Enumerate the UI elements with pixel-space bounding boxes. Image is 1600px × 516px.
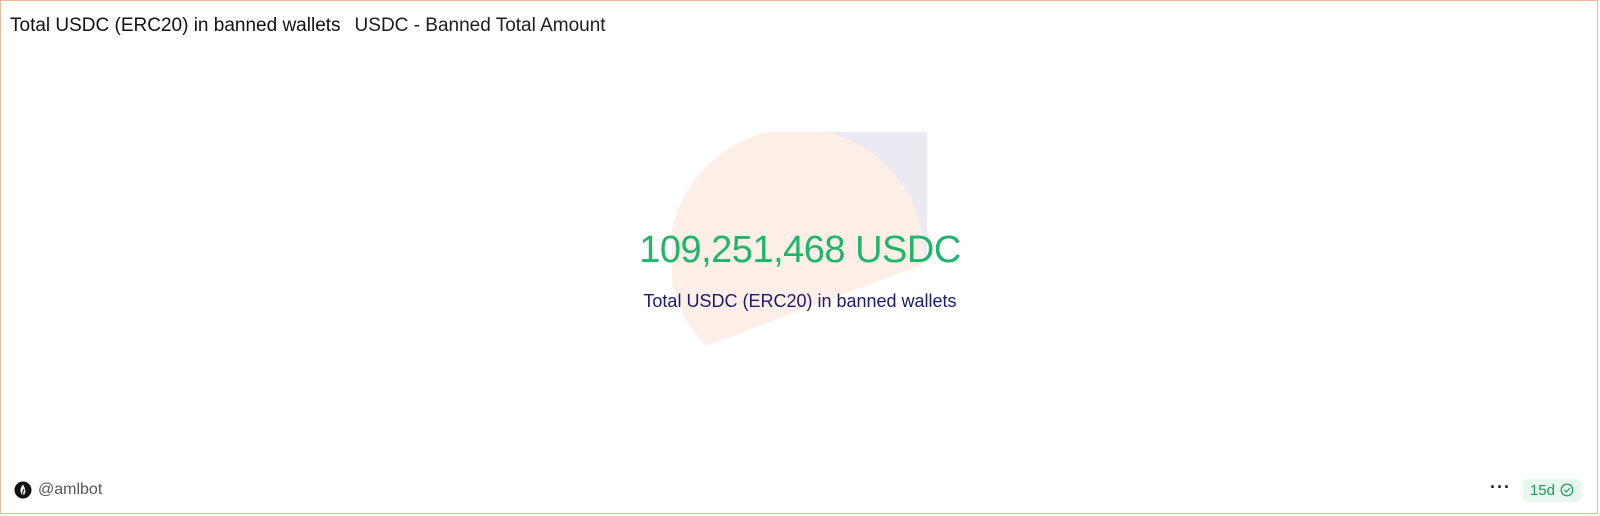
visualization-name: USDC - Banned Total Amount xyxy=(354,15,606,36)
more-icon[interactable]: ··· xyxy=(1488,478,1513,502)
card-header: Total USDC (ERC20) in banned wallets USD… xyxy=(10,15,606,37)
query-card: Total USDC (ERC20) in banned wallets USD… xyxy=(0,0,1598,514)
counter-label: Total USDC (ERC20) in banned wallets xyxy=(643,291,957,311)
card-actions: ··· 15d xyxy=(1488,478,1581,502)
counter-value: 109,251,468 USDC xyxy=(639,229,961,271)
owner-name[interactable]: @amlbot xyxy=(38,481,102,499)
check-circle-icon xyxy=(1560,483,1574,497)
freshness-age: 15d xyxy=(1529,481,1555,499)
freshness-badge[interactable]: 15d xyxy=(1522,478,1581,502)
dune-logo-icon xyxy=(14,481,32,499)
card-title[interactable]: Total USDC (ERC20) in banned wallets xyxy=(10,15,341,37)
query-owner[interactable]: @amlbot xyxy=(14,481,102,499)
